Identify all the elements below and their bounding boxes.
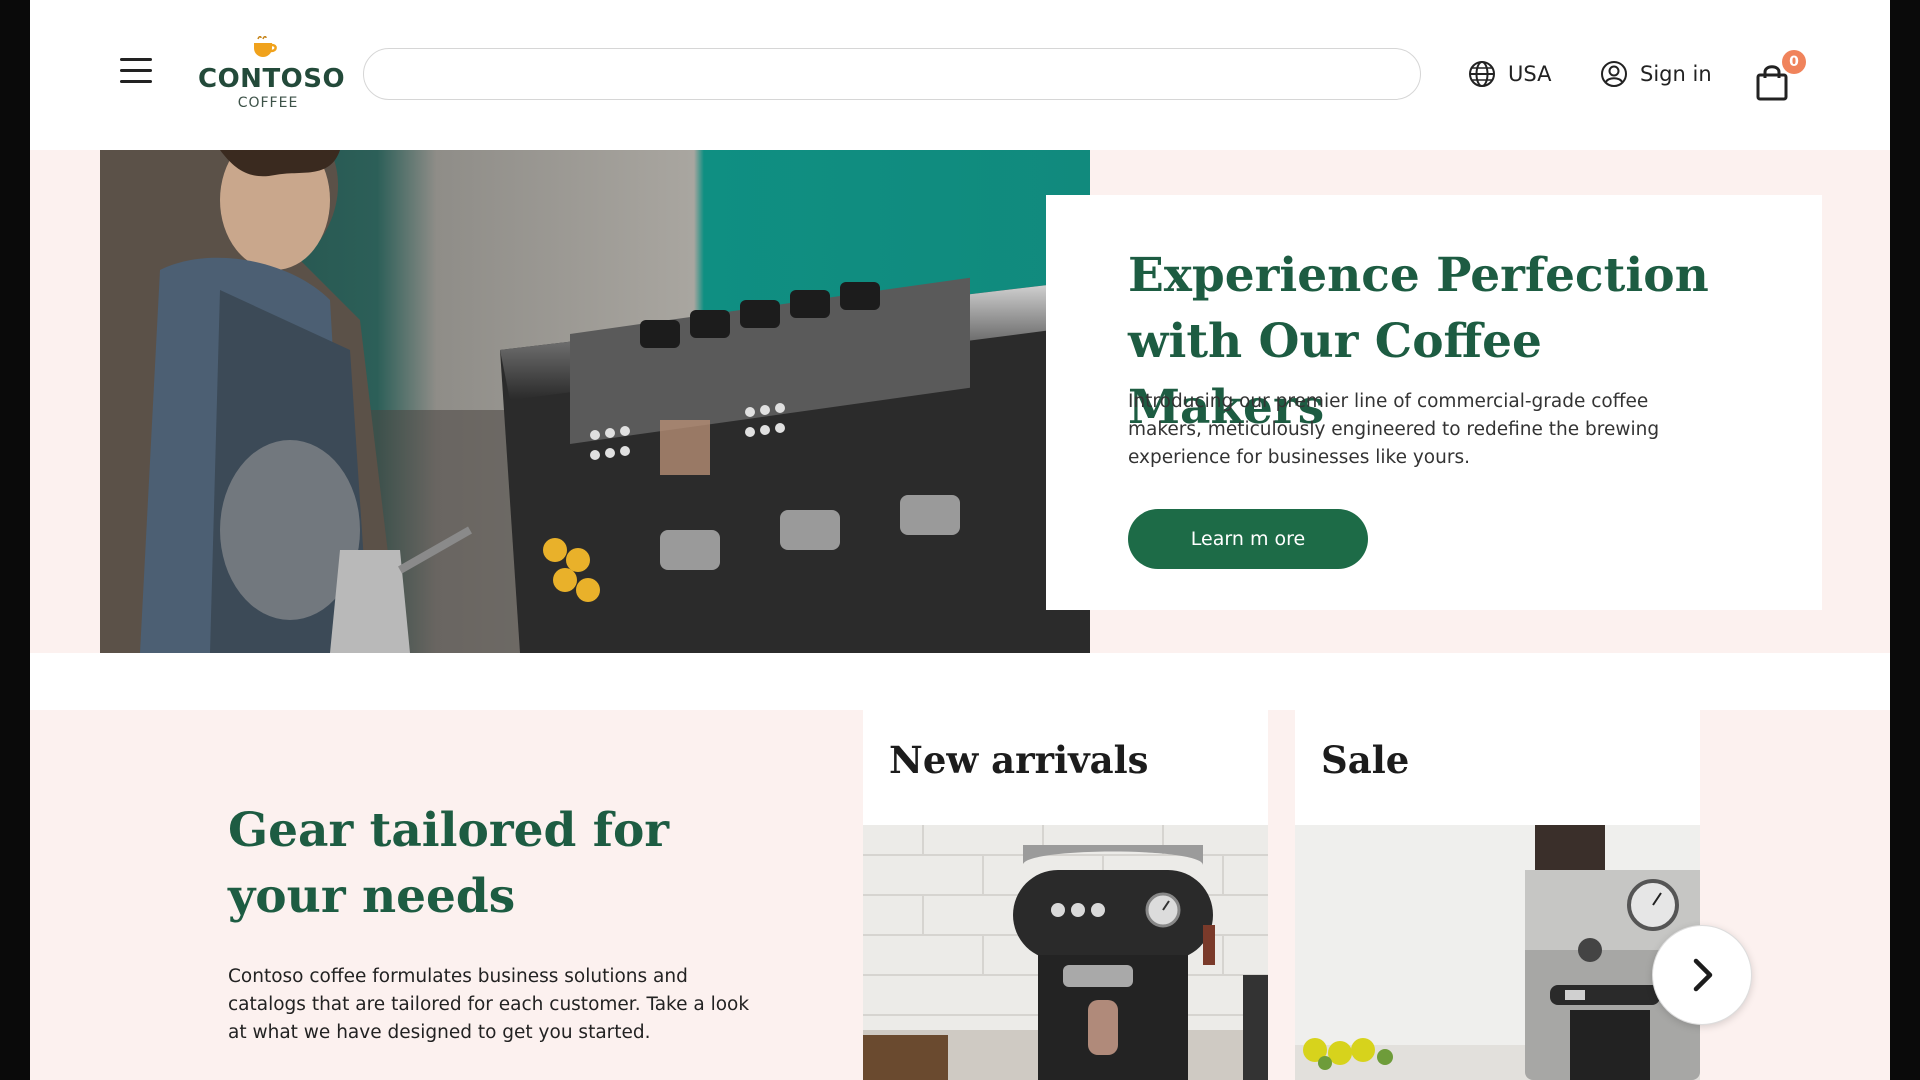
- site-logo[interactable]: CONTOSO COFFEE: [198, 34, 346, 114]
- coffee-cup-logo-icon: [254, 36, 277, 57]
- carousel-next-button[interactable]: [1652, 925, 1752, 1025]
- region-label: USA: [1508, 62, 1552, 86]
- cart-button[interactable]: 0: [1754, 50, 1806, 101]
- gear-section-description: Contoso coffee formulates business solut…: [228, 966, 750, 1043]
- logo-name: CONTOSO: [198, 64, 346, 94]
- grinder-espresso-machine-image: [1295, 825, 1700, 1080]
- user-circle-icon: [1601, 61, 1627, 87]
- hamburger-menu-icon[interactable]: [120, 58, 152, 86]
- site-header: CONTOSO COFFEE USA Sign in 0: [30, 0, 1890, 150]
- card-title: Sale: [1321, 738, 1410, 782]
- hero-barista-image: [100, 150, 1090, 653]
- search-input[interactable]: [363, 48, 1421, 100]
- sale-card[interactable]: Sale: [1295, 710, 1700, 1080]
- logo-subtitle: COFFEE: [237, 95, 299, 111]
- globe-icon: [1469, 61, 1495, 87]
- new-arrivals-card[interactable]: New arrivals: [863, 710, 1268, 1080]
- espresso-machine-image: [863, 825, 1268, 1080]
- right-frame: [1890, 0, 1920, 1080]
- hero-description: Introducing our premier line of commerci…: [1128, 391, 1660, 468]
- learn-more-button[interactable]: Learn m ore: [1128, 509, 1368, 569]
- hero-section: Experience Perfection with Our Coffee Ma…: [30, 150, 1890, 653]
- gear-section-title: Gear tailored for your needs: [228, 803, 670, 924]
- page: CONTOSO COFFEE USA Sign in 0 Experience …: [30, 0, 1890, 1080]
- sign-in-link[interactable]: Sign in: [1600, 56, 1712, 92]
- region-selector[interactable]: USA: [1468, 56, 1551, 92]
- sign-in-label: Sign in: [1640, 62, 1712, 86]
- hero-card: Experience Perfection with Our Coffee Ma…: [1046, 195, 1822, 610]
- cart-count-badge: 0: [1782, 50, 1806, 74]
- chevron-right-icon: [1693, 958, 1713, 992]
- left-frame: [0, 0, 30, 1080]
- section-gap: [30, 653, 1890, 710]
- card-title: New arrivals: [889, 738, 1149, 782]
